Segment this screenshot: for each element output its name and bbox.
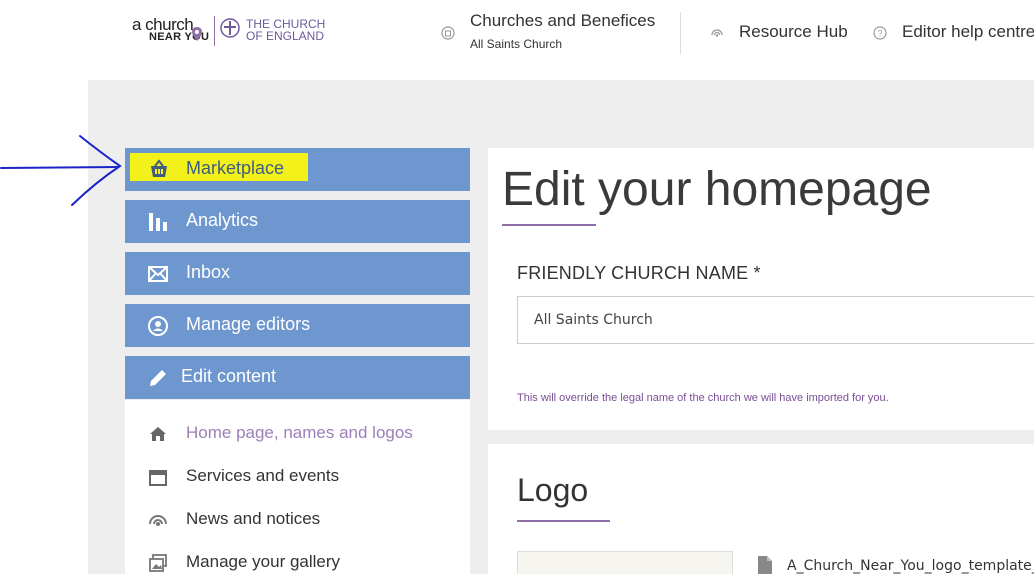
sidebar-item-label: News and notices	[186, 509, 321, 528]
sidebar-item-label: Manage your gallery	[186, 552, 341, 571]
benefices-subtitle: All Saints Church	[470, 37, 563, 51]
coe-text: THE CHURCH OF ENGLAND	[246, 18, 325, 42]
home-icon	[150, 427, 166, 441]
sidebar-button-manage-editors[interactable]: Manage editors	[125, 304, 470, 347]
sidebar-item-services-events[interactable]: Services and events	[125, 461, 470, 495]
sidebar-item-label: Services and events	[186, 466, 340, 485]
friendly-church-name-input[interactable]	[517, 296, 1034, 344]
basket-icon	[151, 159, 167, 177]
friendly-name-help-text: This will override the legal name of the…	[517, 392, 889, 404]
sidebar-button-label: Inbox	[186, 262, 231, 282]
sidebar-item-news-notices[interactable]: News and notices	[125, 504, 470, 538]
site-header: a church NEAR YOU THE CHURCH OF ENGLAND …	[0, 0, 1034, 80]
sidebar-button-label: Manage editors	[186, 314, 311, 334]
church-of-england-logo[interactable]: THE CHURCH OF ENGLAND	[220, 16, 330, 46]
homepage-card: Edit your homepage FRIENDLY CHURCH NAME …	[488, 148, 1034, 430]
user-circle-icon	[148, 316, 168, 336]
sidebar-button-label: Analytics	[186, 210, 259, 230]
sidebar-item-label: Home page, names and logos	[186, 423, 413, 442]
envelope-icon	[148, 266, 168, 282]
file-icon	[758, 556, 772, 574]
location-pin-icon	[192, 27, 202, 41]
sidebar-button-marketplace[interactable]: Marketplace	[125, 148, 470, 191]
sidebar-item-home-page[interactable]: Home page, names and logos	[125, 418, 470, 452]
resource-hub-link[interactable]: Resource Hub	[739, 22, 848, 42]
coe-cross-icon	[220, 18, 240, 38]
svg-text:?: ?	[877, 29, 882, 39]
coe-line2: OF ENGLAND	[246, 29, 325, 43]
logo-card: Logo A_Church_Near_You_logo_template_6	[488, 444, 1034, 574]
help-icon: ?	[873, 26, 887, 40]
sidebar-button-analytics[interactable]: Analytics	[125, 200, 470, 243]
sidebar-button-inbox[interactable]: Inbox	[125, 252, 470, 295]
images-icon	[149, 554, 167, 572]
calendar-icon	[149, 470, 167, 486]
benefices-title: Churches and Benefices	[470, 11, 656, 30]
logo-preview-image[interactable]	[517, 551, 733, 574]
sidebar-button-label: Marketplace	[186, 158, 285, 178]
title-underline	[502, 224, 596, 226]
logo-divider	[214, 16, 215, 46]
page-title: Edit your homepage	[502, 163, 932, 216]
header-divider	[680, 12, 681, 54]
sidebar-button-label: Edit content	[181, 366, 277, 386]
sidebar-button-edit-content[interactable]: Edit content	[125, 356, 470, 399]
a-church-near-you-logo[interactable]: a church NEAR YOU	[132, 15, 212, 50]
pencil-icon	[150, 370, 166, 386]
sidebar-item-gallery[interactable]: Manage your gallery	[125, 547, 470, 574]
annotation-arrow	[0, 135, 122, 206]
friendly-church-name-label: FRIENDLY CHURCH NAME *	[517, 263, 761, 283]
logo-file-name[interactable]: A_Church_Near_You_logo_template_6	[787, 558, 1034, 574]
edit-content-submenu: Home page, names and logos Services and …	[125, 400, 470, 574]
churches-and-benefices-menu[interactable]: Churches and Benefices All Saints Church	[470, 11, 655, 51]
editor-help-centre-link[interactable]: Editor help centre	[902, 22, 1034, 42]
logo-title-underline	[517, 520, 610, 522]
broadcast-icon	[149, 515, 167, 526]
bar-chart-icon	[149, 213, 167, 231]
broadcast-icon	[711, 29, 723, 37]
logo-section-title: Logo	[517, 472, 589, 508]
church-building-icon	[441, 26, 455, 40]
